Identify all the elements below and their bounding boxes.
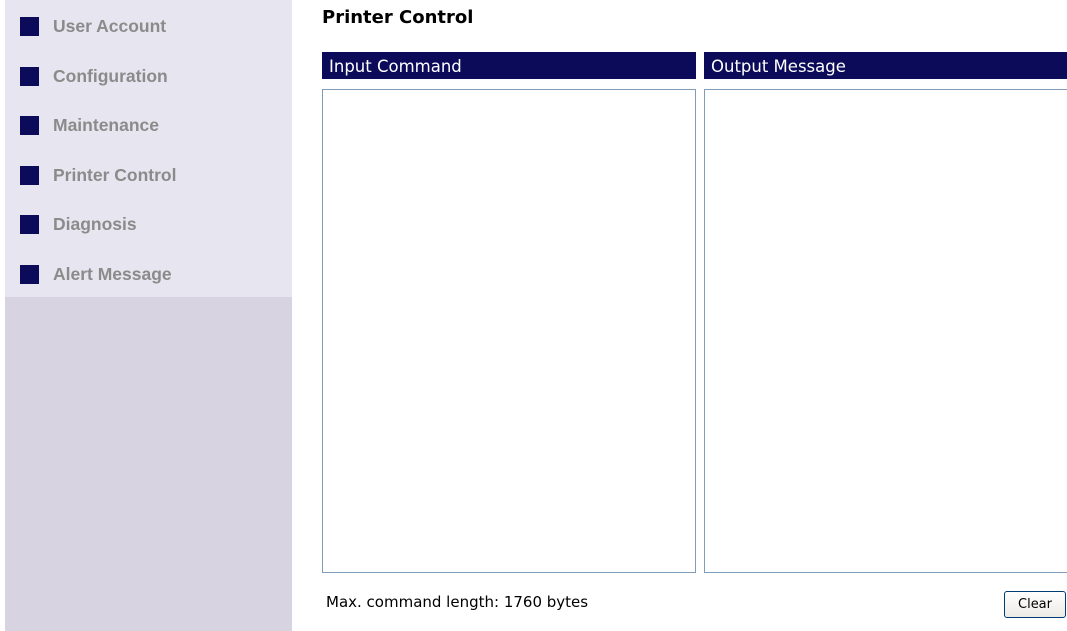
output-message-header: Output Message xyxy=(704,52,1067,79)
sidebar-item-printer-control[interactable]: Printer Control xyxy=(5,151,292,201)
sidebar-item-label: Alert Message xyxy=(53,263,172,284)
page-title: Printer Control xyxy=(322,7,474,28)
menu-bullet-icon xyxy=(20,215,39,235)
sidebar-item-label: Configuration xyxy=(53,65,168,86)
menu-bullet-icon xyxy=(20,264,39,284)
sidebar-item-diagnosis[interactable]: Diagnosis xyxy=(5,200,292,250)
menu-bullet-icon xyxy=(20,116,39,136)
sidebar-item-label: Maintenance xyxy=(53,115,159,136)
sidebar-item-label: Printer Control xyxy=(53,164,177,185)
sidebar-item-label: Diagnosis xyxy=(53,214,137,235)
menu-bullet-icon xyxy=(20,165,39,185)
input-command-textarea[interactable] xyxy=(322,89,696,573)
output-message-textarea[interactable] xyxy=(704,89,1067,573)
sidebar-item-maintenance[interactable]: Maintenance xyxy=(5,101,292,151)
clear-button[interactable]: Clear xyxy=(1004,591,1066,618)
sidebar-item-user-account[interactable]: User Account xyxy=(5,2,292,52)
menu-bullet-icon xyxy=(20,66,39,86)
sidebar: User Account Configuration Maintenance P… xyxy=(5,0,292,631)
menu-bullet-icon xyxy=(20,17,39,37)
max-command-length-note: Max. command length: 1760 bytes xyxy=(326,593,589,611)
sidebar-menu: User Account Configuration Maintenance P… xyxy=(5,0,292,297)
sidebar-item-alert-message[interactable]: Alert Message xyxy=(5,250,292,300)
sidebar-item-label: User Account xyxy=(53,16,167,37)
sidebar-item-configuration[interactable]: Configuration xyxy=(5,52,292,102)
input-command-header: Input Command xyxy=(322,52,696,79)
